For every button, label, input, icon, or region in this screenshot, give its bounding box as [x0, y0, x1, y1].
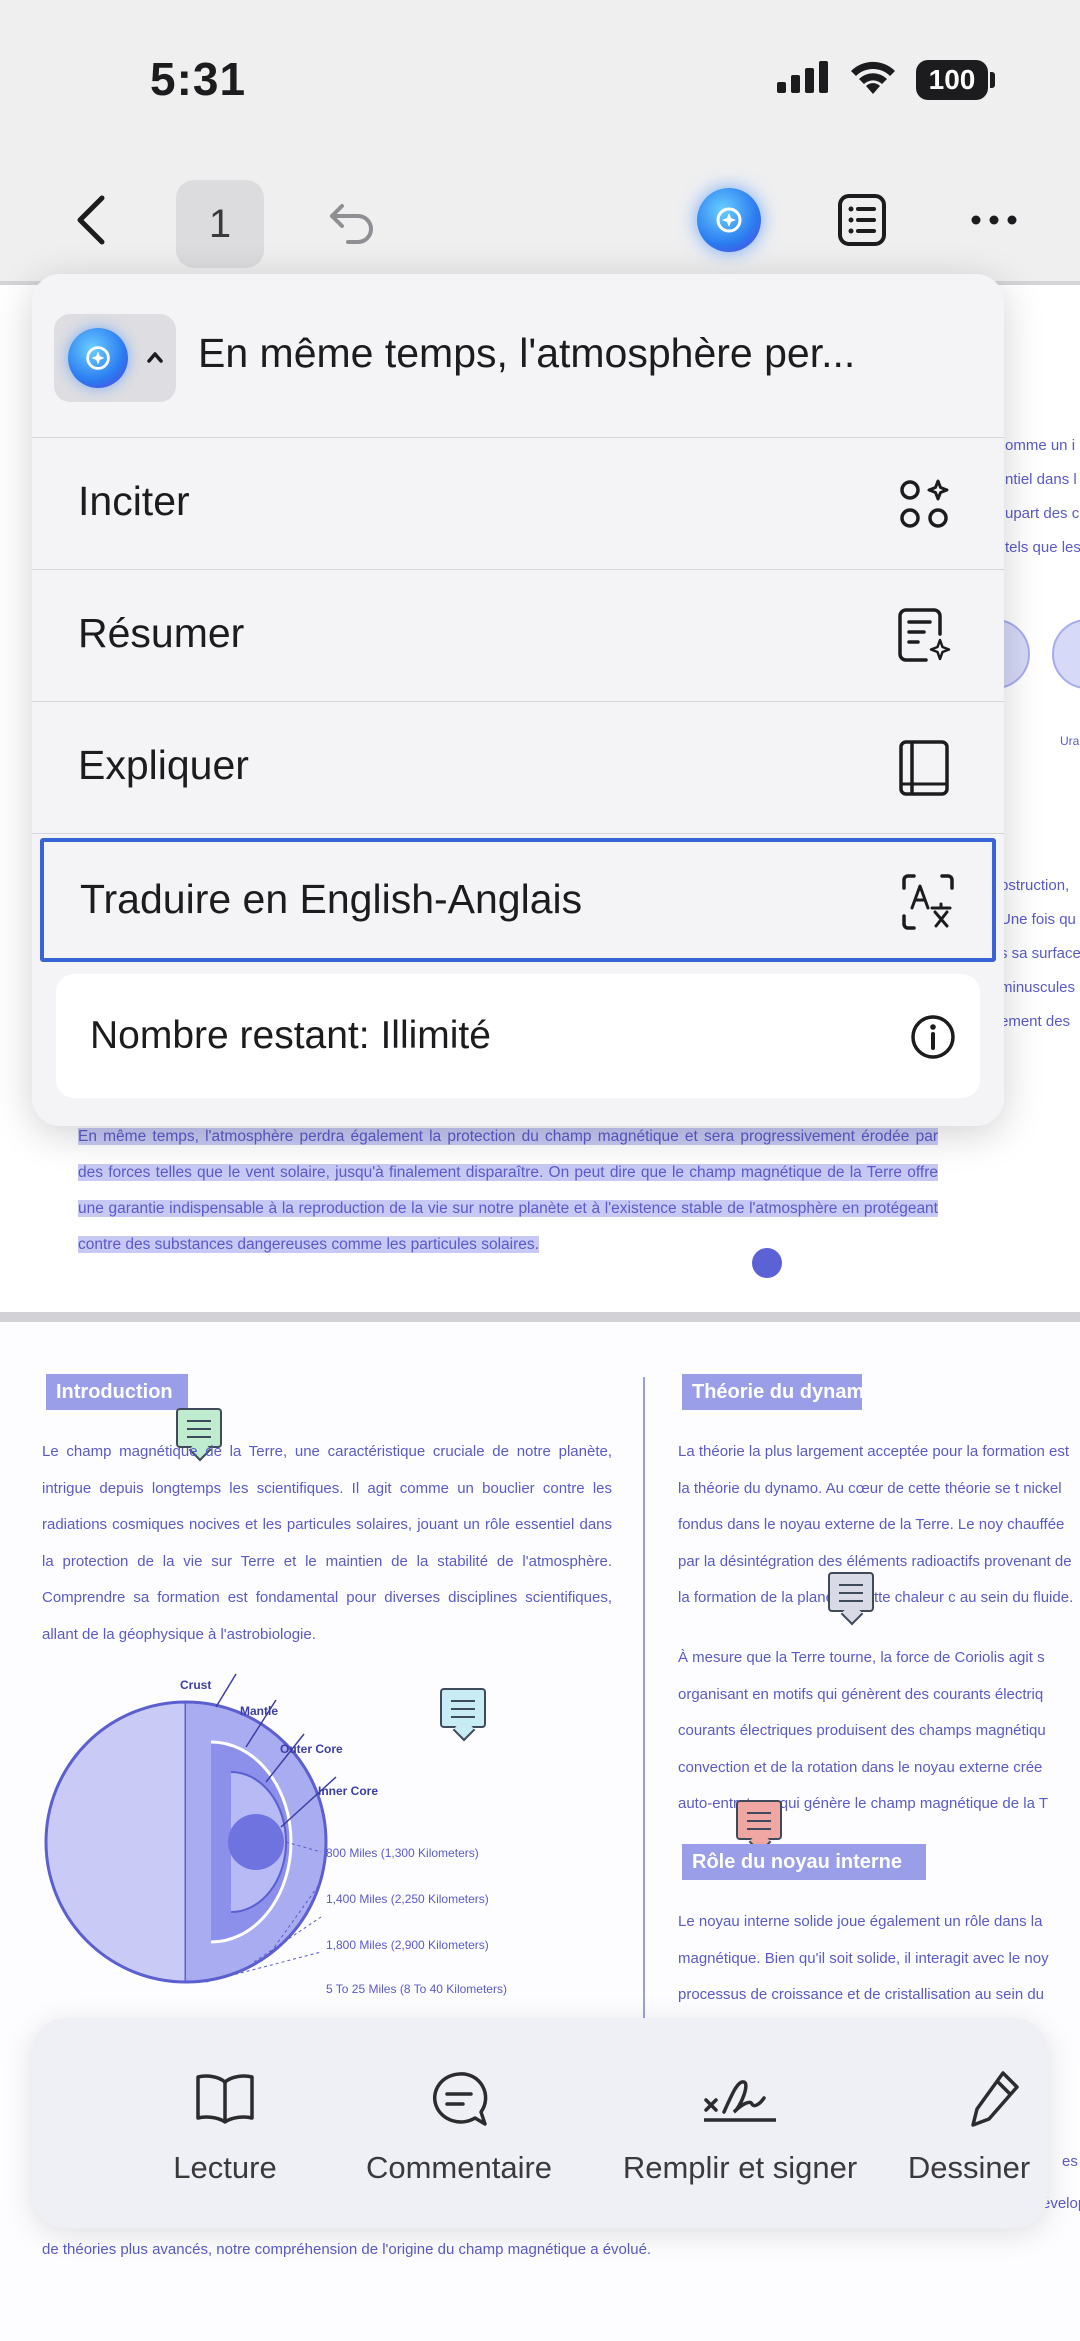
- text-fragment: ntiel dans l: [1005, 471, 1077, 488]
- ai-sparkle-icon: [716, 207, 742, 233]
- summarize-icon: [892, 604, 956, 668]
- ai-model-selector[interactable]: [54, 314, 176, 402]
- section-heading-core: Rôle du noyau interne: [682, 1844, 926, 1880]
- diagram-label: Mantle: [240, 1704, 279, 1718]
- core-paragraph: Le noyau interne solide joue également u…: [678, 1913, 1049, 2003]
- bottom-paragraph-line: de théories plus avancés, notre compréhe…: [42, 2241, 652, 2258]
- menu-item-summarize[interactable]: Résumer: [32, 570, 1004, 702]
- dynamo-paragraph-2: À mesure que la Terre tourne, la force d…: [678, 1649, 1048, 1812]
- distance-label: 1,400 Miles (2,250 Kilometers): [326, 1892, 489, 1906]
- menu-item-label: Expliquer: [78, 742, 249, 788]
- page1-right-column-2: bstruction, Une fois qu s sa surface min…: [1000, 869, 1080, 1039]
- remaining-count-card: Nombre restant: Illimité: [56, 974, 980, 1098]
- comment-note-icon[interactable]: [828, 1572, 874, 1612]
- column-separator: [643, 1377, 645, 2037]
- planet-illustration: [1052, 619, 1080, 689]
- dynamo-paragraph-1: La théorie la plus largement acceptée po…: [678, 1443, 1074, 1606]
- section-heading-dynamo: Théorie du dynam: [682, 1374, 862, 1410]
- status-time: 5:31: [150, 53, 247, 105]
- toolbar-fill-sign-button[interactable]: Remplir et signer: [580, 2068, 900, 2186]
- ai-assistant-button[interactable]: [697, 188, 761, 252]
- toolbar-reading-button[interactable]: Lecture: [130, 2068, 320, 2186]
- distance-label: 5 To 25 Miles (8 To 40 Kilometers): [326, 1982, 507, 1996]
- page-number-button[interactable]: 1: [176, 180, 264, 268]
- outline-button[interactable]: [830, 188, 894, 252]
- intro-paragraph: Le champ magnétique de la Terre, une car…: [42, 1443, 612, 1643]
- toolbar-comment-button[interactable]: Commentaire: [344, 2068, 574, 2186]
- book-icon: [892, 736, 956, 800]
- text-fragment: upart des c: [1005, 505, 1080, 522]
- battery-tip: [990, 72, 995, 88]
- text-fragment: tels que les: [1005, 539, 1080, 556]
- text-fragment: minuscules: [1000, 979, 1076, 996]
- undo-icon: [330, 204, 373, 244]
- distance-label: 1,800 Miles (2,900 Kilometers): [326, 1938, 489, 1952]
- diagram-label: Outer Core: [280, 1742, 343, 1756]
- selected-text[interactable]: En même temps, l'atmosphère perdra égale…: [78, 1128, 938, 1253]
- text-fragment: bstruction,: [1000, 877, 1070, 894]
- ai-action-popup: En même temps, l'atmosphère per... Incit…: [32, 274, 1004, 1126]
- list-icon: [838, 194, 886, 246]
- back-button[interactable]: [60, 190, 120, 250]
- battery-indicator: 100: [916, 60, 988, 100]
- pen-icon: [904, 2068, 1048, 2130]
- more-dots-icon: [971, 215, 1017, 225]
- top-toolbar: 1: [0, 160, 1080, 285]
- menu-item-label: Résumer: [78, 610, 245, 656]
- toolbar-label: Remplir et signer: [622, 2150, 858, 2185]
- menu-item-prompt[interactable]: Inciter: [32, 438, 1004, 570]
- text-fragment: ement des: [1000, 1013, 1071, 1030]
- ai-sparkle-icon: [86, 346, 110, 370]
- ai-orb-icon: [68, 328, 128, 388]
- comment-icon: [344, 2068, 574, 2130]
- more-button[interactable]: [962, 188, 1026, 252]
- section-heading-introduction: Introduction: [46, 1374, 188, 1410]
- comment-note-icon[interactable]: [736, 1800, 782, 1840]
- book-open-icon: [130, 2068, 320, 2130]
- signature-icon: [580, 2068, 900, 2130]
- menu-item-label: Inciter: [78, 478, 190, 524]
- comment-note-icon[interactable]: [440, 1688, 486, 1728]
- selection-handle[interactable]: [752, 1248, 782, 1278]
- menu-item-label: Traduire en English-Anglais: [80, 876, 583, 922]
- bottom-toolbar: Lecture Commentaire Remplir et signer De…: [32, 2018, 1048, 2228]
- prompt-icon: [892, 472, 956, 536]
- translate-icon: [896, 870, 960, 934]
- text-fragment: Une fois qu: [1000, 911, 1076, 928]
- menu-item-explain[interactable]: Expliquer: [32, 702, 1004, 834]
- text-fragment: s sa surface: [1000, 945, 1080, 962]
- selected-paragraph[interactable]: En même temps, l'atmosphère perdra égale…: [78, 1119, 938, 1263]
- page1-right-column: omme un i ntiel dans l upart des c tels …: [1005, 429, 1080, 565]
- toolbar-label: Commentaire: [365, 2150, 553, 2185]
- toolbar-draw-button[interactable]: Dessiner: [904, 2068, 1048, 2186]
- toolbar-label: Lecture: [173, 2150, 277, 2185]
- menu-item-translate[interactable]: Traduire en English-Anglais: [40, 838, 996, 962]
- cellular-signal-icon: [777, 61, 828, 93]
- remaining-count-label: Nombre restant: Illimité: [90, 1014, 491, 1057]
- toolbar-label: Dessiner: [907, 2150, 1031, 2185]
- status-bar: 5:31 100: [0, 0, 1080, 160]
- page-separator: [0, 1312, 1080, 1322]
- diagram-label: Inner Core: [318, 1784, 379, 1798]
- text-fragment: es: [1062, 2153, 1078, 2170]
- chevron-left-icon: [77, 195, 105, 245]
- undo-button[interactable]: [320, 190, 384, 254]
- chevron-up-icon: [147, 352, 163, 363]
- text-fragment: omme un i: [1005, 437, 1076, 454]
- popup-selection-preview: En même temps, l'atmosphère per...: [198, 330, 856, 376]
- diagram-label: Crust: [180, 1678, 212, 1692]
- distance-label: 800 Miles (1,300 Kilometers): [326, 1846, 479, 1860]
- info-icon[interactable]: [910, 1014, 956, 1060]
- planet-label: Ura: [1060, 734, 1080, 748]
- wifi-icon: [851, 61, 895, 94]
- popup-header: En même temps, l'atmosphère per...: [32, 274, 1004, 438]
